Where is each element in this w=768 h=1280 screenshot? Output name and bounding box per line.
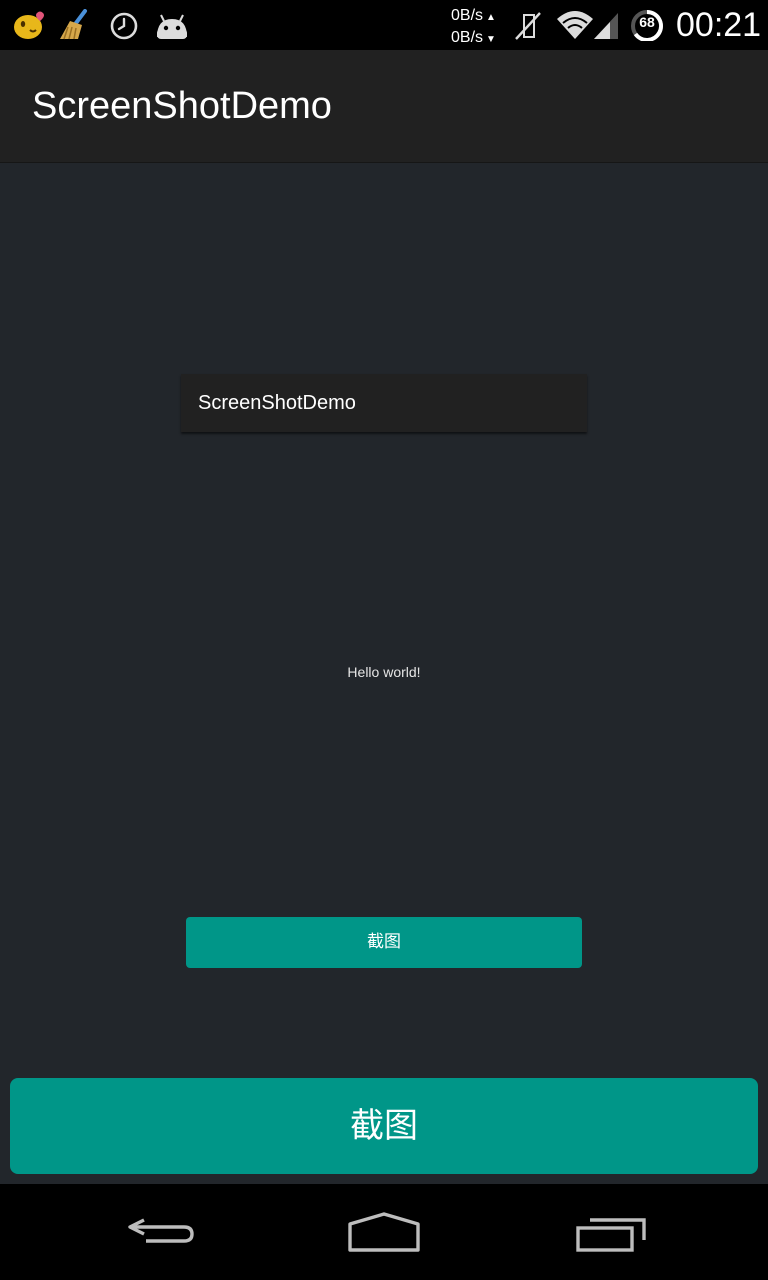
emoji-face-icon (12, 9, 46, 41)
hello-text: Hello world! (347, 664, 421, 680)
main-content: ScreenShotDemo Hello world! 截图 截图 (0, 163, 768, 1184)
capture-button-preview[interactable]: 截图 (186, 917, 582, 968)
signal-icon (592, 9, 626, 41)
upload-arrow-icon: ▲ (486, 12, 496, 23)
android-icon (153, 9, 187, 41)
clock-time: 00:21 (676, 6, 762, 44)
home-icon[interactable] (339, 1208, 429, 1256)
upload-speed: 0B/s (451, 7, 484, 24)
battery-level: 68 (639, 14, 655, 30)
network-speed: 0B/s ▲ 0B/s ▼ (451, 6, 507, 50)
clock-icon (107, 9, 141, 41)
download-speed: 0B/s (451, 29, 484, 46)
capture-button[interactable]: 截图 (10, 1078, 758, 1174)
download-arrow-icon: ▼ (486, 34, 496, 45)
screen: 0B/s ▲ 0B/s ▼ 68 00:21 ScreenShotDemo Sc… (0, 0, 768, 1280)
muted-icon (512, 9, 546, 41)
app-title: ScreenShotDemo (32, 85, 332, 127)
wifi-icon (555, 9, 595, 41)
action-bar: ScreenShotDemo (0, 50, 768, 163)
status-bar: 0B/s ▲ 0B/s ▼ 68 00:21 (0, 0, 768, 50)
broom-icon (58, 9, 92, 41)
screenshot-preview: ScreenShotDemo (181, 374, 587, 432)
recents-icon[interactable] (566, 1208, 656, 1256)
preview-title: ScreenShotDemo (198, 392, 356, 414)
back-icon[interactable] (116, 1208, 206, 1256)
navigation-bar (0, 1184, 768, 1280)
